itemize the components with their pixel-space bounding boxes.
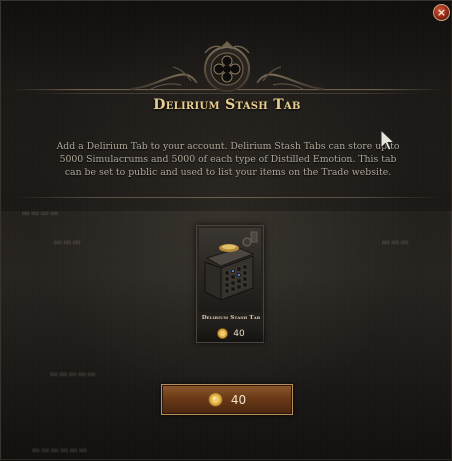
- purchase-price: 40: [230, 392, 247, 407]
- background-blur-text: ▬▬▬▬▬: [49, 369, 97, 380]
- mouse-cursor-icon: [380, 128, 396, 151]
- background-blur-text: ▬▬▬: [53, 237, 82, 248]
- purchase-dialog: ▬▬▬▬ ▬▬▬ ▬▬▬ ▬▬▬▬▬ ▬▬▬▬▬▬ Delirium Stash…: [0, 0, 452, 461]
- close-icon: ×: [436, 6, 447, 19]
- background-blur-text: ▬▬▬▬▬▬: [31, 445, 88, 456]
- background-blur-text: ▬▬▬▬: [21, 208, 59, 219]
- item-card[interactable]: Delirium Stash Tab 40: [196, 225, 265, 343]
- stash-tab-chest-icon: [199, 228, 261, 312]
- point-coin-icon: [217, 328, 229, 339]
- dialog-description: Add a Delirium Tab to your account. Deli…: [56, 141, 400, 178]
- divider: [11, 197, 443, 198]
- purchase-button[interactable]: 40: [161, 384, 293, 415]
- item-price: 40: [197, 325, 265, 342]
- dialog-title: Delirium Stash Tab: [153, 97, 301, 113]
- item-price-value: 40: [233, 328, 245, 339]
- header-ornament: [11, 41, 443, 94]
- item-name: Delirium Stash Tab: [201, 315, 261, 321]
- point-coin-icon: [208, 392, 223, 407]
- close-button[interactable]: ×: [433, 4, 450, 21]
- background-blur-text: ▬▬▬: [381, 237, 410, 248]
